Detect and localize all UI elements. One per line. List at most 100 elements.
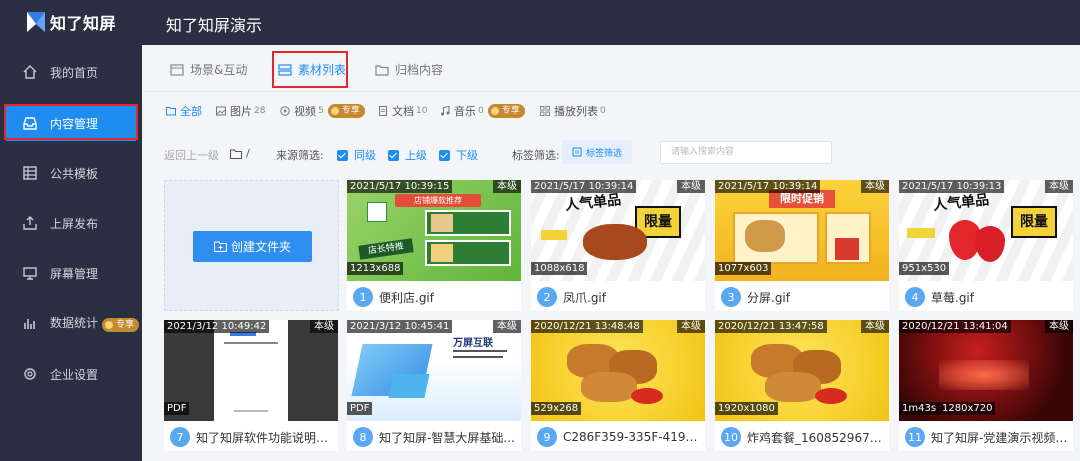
sidebar-item-label: 公共模板 <box>50 166 99 181</box>
sidebar-item-templates[interactable]: 公共模板 <box>0 155 142 191</box>
tab-scenes[interactable]: 场景&互动 <box>170 61 247 78</box>
sidebar-item-label: 数据统计 专享 <box>50 314 140 332</box>
dimensions-badge: 1077x603 <box>715 262 772 275</box>
card-number: 9 <box>537 427 557 447</box>
timestamp: 2021/5/17 10:39:14 <box>531 180 637 193</box>
filter-count: 0 <box>478 106 484 116</box>
sidebar-item-publish[interactable]: 上屏发布 <box>0 205 142 241</box>
checkbox-label: 同级 <box>354 149 376 162</box>
filter-images[interactable]: 图片 28 <box>216 103 265 119</box>
sidebar-item-content[interactable]: 内容管理 <box>6 105 136 141</box>
level-badge: 本级 <box>493 180 521 193</box>
tab-archive[interactable]: 归档内容 <box>375 61 443 78</box>
dimensions-badge: 1920x1080 <box>715 402 778 415</box>
media-card[interactable]: 人气单品 限量 2021/5/17 10:39:14 本级 1088x618 2… <box>531 180 705 311</box>
gear-icon <box>24 368 36 380</box>
media-card[interactable]: 2020/12/21 13:47:58 本级 1920x1080 10 炸鸡套餐… <box>715 320 889 451</box>
top-header: 知了知屏演示 <box>142 0 1080 45</box>
timestamp: 2020/12/21 13:47:58 <box>715 320 827 333</box>
grid-icon <box>540 106 550 116</box>
scene-icon <box>170 63 184 76</box>
exclusive-badge: 专享 <box>102 318 140 332</box>
card-number: 3 <box>721 287 741 307</box>
file-name: 草莓.gif <box>931 290 974 305</box>
filter-music[interactable]: 音乐 0 专享 <box>440 103 525 119</box>
file-name: 凤爪.gif <box>563 290 606 305</box>
media-card[interactable]: 万屏互联 2021/3/12 10:45:41 本级 PDF 8 知了知屏-智慧… <box>347 320 521 451</box>
sidebar-item-home[interactable]: 我的首页 <box>0 54 142 90</box>
sidebar: 知了知屏 我的首页 内容管理 公共模板 上屏发布 屏幕管理 数据统计 专享 企业设… <box>0 0 142 461</box>
timestamp: 2020/12/21 13:48:48 <box>531 320 643 333</box>
media-card[interactable]: 人气单品 限量 2021/5/17 10:39:13 本级 951x530 4 … <box>899 180 1073 311</box>
card-caption: 1 便利店.gif <box>347 283 521 311</box>
back-link[interactable]: 返回上一级 <box>164 147 219 163</box>
media-card[interactable]: 2020/12/21 13:41:04 本级 1m43s 1280x720 11… <box>899 320 1073 451</box>
timestamp: 2021/5/17 10:39:13 <box>899 180 1005 193</box>
sidebar-item-stats[interactable]: 数据统计 专享 <box>0 305 142 341</box>
dimensions-badge: 1088x618 <box>531 262 588 275</box>
path-breadcrumb[interactable]: / <box>230 147 250 160</box>
thumbnail: 2020/12/21 13:47:58 本级 1920x1080 <box>715 320 889 421</box>
filter-documents[interactable]: 文档 10 <box>378 103 427 119</box>
card-number: 11 <box>905 427 925 447</box>
filter-all[interactable]: 全部 <box>166 103 202 119</box>
timestamp: 2021/3/12 10:45:41 <box>347 320 453 333</box>
file-name: 知了知屏-智慧大屏基础... <box>379 430 515 445</box>
file-type-badge: PDF <box>347 402 373 415</box>
timestamp: 2021/5/17 10:39:14 <box>715 180 821 193</box>
sidebar-item-settings[interactable]: 企业设置 <box>0 356 142 392</box>
filter-playlists[interactable]: 播放列表 0 <box>540 103 606 119</box>
level-badge: 本级 <box>493 320 521 333</box>
level-badge: 本级 <box>677 320 705 333</box>
filter-label: 音乐 <box>454 105 476 118</box>
checkbox-lower-level[interactable]: 下级 <box>439 147 478 163</box>
media-card[interactable]: 2021/3/12 10:49:42 本级 PDF 7 知了知屏软件功能说明书.… <box>164 320 338 451</box>
tab-materials[interactable]: 素材列表 <box>278 61 346 78</box>
media-card[interactable]: 2020/12/21 13:48:48 本级 529x268 9 C286F35… <box>531 320 705 451</box>
checkbox-same-level[interactable]: 同级 <box>337 147 376 163</box>
new-folder-tile: 创建文件夹 <box>164 180 339 311</box>
filter-videos[interactable]: 视频 5 专享 <box>280 103 365 119</box>
card-caption: 10 炸鸡套餐_16085296778... <box>715 423 889 451</box>
sidebar-item-label: 我的首页 <box>50 65 99 80</box>
tag-filter-button[interactable]: 标签筛选 <box>562 140 632 164</box>
play-circle-icon <box>280 106 290 116</box>
filter-label: 视频 <box>294 105 316 118</box>
level-badge: 本级 <box>1045 180 1073 193</box>
thumbnail: 2020/12/21 13:48:48 本级 529x268 <box>531 320 705 421</box>
thumbnail: 万屏互联 2021/3/12 10:45:41 本级 PDF <box>347 320 521 421</box>
tab-label: 素材列表 <box>298 63 347 77</box>
card-caption: 11 知了知屏-党建演示视频-... <box>899 423 1073 451</box>
level-badge: 本级 <box>861 180 889 193</box>
file-name: C286F359-335F-4190-B... <box>563 430 703 444</box>
logo[interactable]: 知了知屏 <box>26 10 116 34</box>
filter-count: 5 <box>318 106 324 116</box>
create-folder-button[interactable]: 创建文件夹 <box>193 231 312 262</box>
filter-count: 10 <box>416 106 428 116</box>
path-text: / <box>246 147 250 160</box>
sidebar-item-label: 屏幕管理 <box>50 266 99 281</box>
thumbnail: 店铺爆款推荐 店长特推 2021/5/17 10:39:15 本级 1213x6… <box>347 180 521 281</box>
sidebar-item-screens[interactable]: 屏幕管理 <box>0 255 142 291</box>
media-card[interactable]: 店铺爆款推荐 店长特推 2021/5/17 10:39:15 本级 1213x6… <box>347 180 521 311</box>
card-number: 10 <box>721 427 741 447</box>
document-icon <box>379 106 387 116</box>
card-caption: 9 C286F359-335F-4190-B... <box>531 423 705 451</box>
tab-label: 场景&互动 <box>190 63 248 77</box>
thumb-label: 限量 <box>1011 206 1057 238</box>
card-number: 2 <box>537 287 557 307</box>
sidebar-item-label: 内容管理 <box>50 116 99 131</box>
filter-label: 图片 <box>230 105 252 118</box>
media-card[interactable]: 限时促销 2021/5/17 10:39:14 本级 1077x603 3 分屏… <box>715 180 889 311</box>
checkbox-label: 上级 <box>405 149 427 162</box>
search-input[interactable]: 请输入搜索内容 <box>660 141 832 164</box>
thumb-label: 万屏互联 <box>453 338 493 349</box>
level-badge: 本级 <box>310 320 338 333</box>
card-caption: 8 知了知屏-智慧大屏基础... <box>347 423 521 451</box>
dimensions-badge: 529x268 <box>531 402 582 415</box>
checkbox-checked <box>388 149 399 161</box>
table-icon <box>23 166 37 180</box>
thumbnail: 人气单品 限量 2021/5/17 10:39:13 本级 951x530 <box>899 180 1073 281</box>
card-caption: 2 凤爪.gif <box>531 283 705 311</box>
checkbox-upper-level[interactable]: 上级 <box>388 147 427 163</box>
